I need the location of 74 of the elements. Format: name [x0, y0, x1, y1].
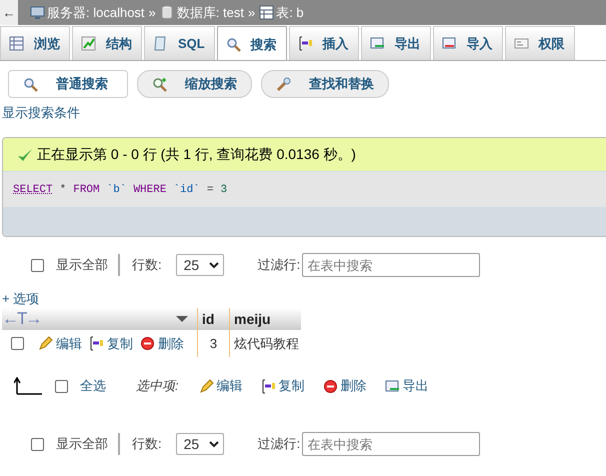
pencil-icon: [198, 378, 214, 394]
back-button[interactable]: ←: [0, 0, 18, 25]
zoom-search-icon: [152, 76, 167, 92]
message-text: 正在显示第 0 - 0 行 (共 1 行, 查询花费 0.0136 秒。): [37, 146, 356, 164]
select-all-checkbox[interactable]: [55, 380, 68, 392]
delete-icon: [322, 378, 338, 394]
arrow-up-icon: [14, 377, 42, 395]
options-link[interactable]: + 选项: [2, 290, 606, 308]
sql-query: SELECT * FROM `b` WHERE `id` = 3: [3, 172, 606, 207]
wand-icon: [276, 76, 291, 92]
insert-icon: [298, 36, 313, 51]
column-header[interactable]: meiju: [230, 308, 275, 330]
chart-icon: [81, 36, 96, 51]
table-cell-text: 炫代码教程: [233, 334, 300, 352]
filter-field[interactable]: 在表中搜索: [302, 253, 480, 277]
row-action[interactable]: 复制: [89, 334, 133, 352]
row-action[interactable]: 编辑: [38, 334, 82, 352]
export-icon: [370, 36, 385, 51]
chevron-down-icon[interactable]: [208, 262, 219, 268]
subtab[interactable]: 查找和替换: [261, 70, 389, 98]
table-icon: [259, 5, 274, 20]
pencil-icon: [38, 336, 53, 351]
subtab[interactable]: 缩放搜索: [137, 70, 252, 98]
import-icon: [442, 36, 457, 51]
search-icon: [226, 37, 241, 52]
row-action[interactable]: 删除: [140, 334, 184, 352]
checkbox[interactable]: [31, 438, 44, 450]
bulk-action[interactable]: 编辑: [198, 377, 243, 395]
copy-icon: [89, 336, 104, 351]
breadcrumb-link[interactable]: 数据库: test: [176, 4, 244, 22]
tab[interactable]: 浏览: [0, 26, 70, 60]
with-selected-label: 选中项:: [136, 377, 179, 395]
copy-icon: [260, 378, 276, 394]
tab[interactable]: 导入: [432, 26, 503, 60]
select-all-label[interactable]: 全选: [80, 377, 106, 395]
breadcrumb-link[interactable]: 表: b: [276, 4, 304, 22]
bulk-action[interactable]: 导出: [384, 377, 429, 395]
checkbox[interactable]: [31, 258, 44, 272]
bulk-action[interactable]: 复制: [260, 377, 305, 395]
database-icon: [160, 5, 175, 20]
subtab[interactable]: 普通搜索: [8, 70, 128, 98]
breadcrumb-separator: »: [248, 5, 256, 20]
tab[interactable]: 插入: [288, 26, 359, 60]
column-header[interactable]: id: [197, 308, 230, 330]
bulk-action[interactable]: 删除: [322, 377, 367, 395]
card-icon: [514, 36, 529, 51]
tab[interactable]: 权限: [504, 26, 575, 60]
rows-select[interactable]: 25: [176, 254, 224, 276]
delete-icon: [140, 336, 155, 351]
show-all-label: 显示全部: [56, 256, 108, 274]
filter-field[interactable]: 在表中搜索: [302, 432, 480, 456]
monitor-icon: [30, 5, 45, 20]
check-icon: [17, 148, 33, 162]
export-icon: [384, 378, 400, 394]
sort-icon[interactable]: [175, 315, 189, 323]
tab[interactable]: 结构: [72, 26, 142, 60]
breadcrumb-link[interactable]: 服务器: localhost: [47, 4, 145, 22]
table-cell: 3: [197, 330, 230, 357]
table-icon: [9, 36, 24, 51]
document-icon: [153, 36, 168, 51]
show-criteria-link[interactable]: 显示搜索条件: [2, 104, 606, 122]
chevron-down-icon[interactable]: [208, 440, 219, 448]
show-all-label: 显示全部: [56, 435, 108, 453]
tab[interactable]: 导出: [360, 26, 431, 60]
rows-label: 行数:: [132, 256, 162, 274]
tab[interactable]: SQL: [144, 26, 215, 60]
breadcrumb-separator: »: [148, 5, 156, 20]
filter-label: 过滤行:: [258, 435, 300, 453]
rows-select[interactable]: 25: [176, 433, 224, 455]
tab[interactable]: 搜索: [216, 26, 287, 60]
search-icon: [23, 76, 38, 92]
filter-label: 过滤行:: [258, 256, 300, 274]
row-checkbox[interactable]: [11, 337, 24, 350]
rows-label: 行数:: [132, 435, 162, 453]
